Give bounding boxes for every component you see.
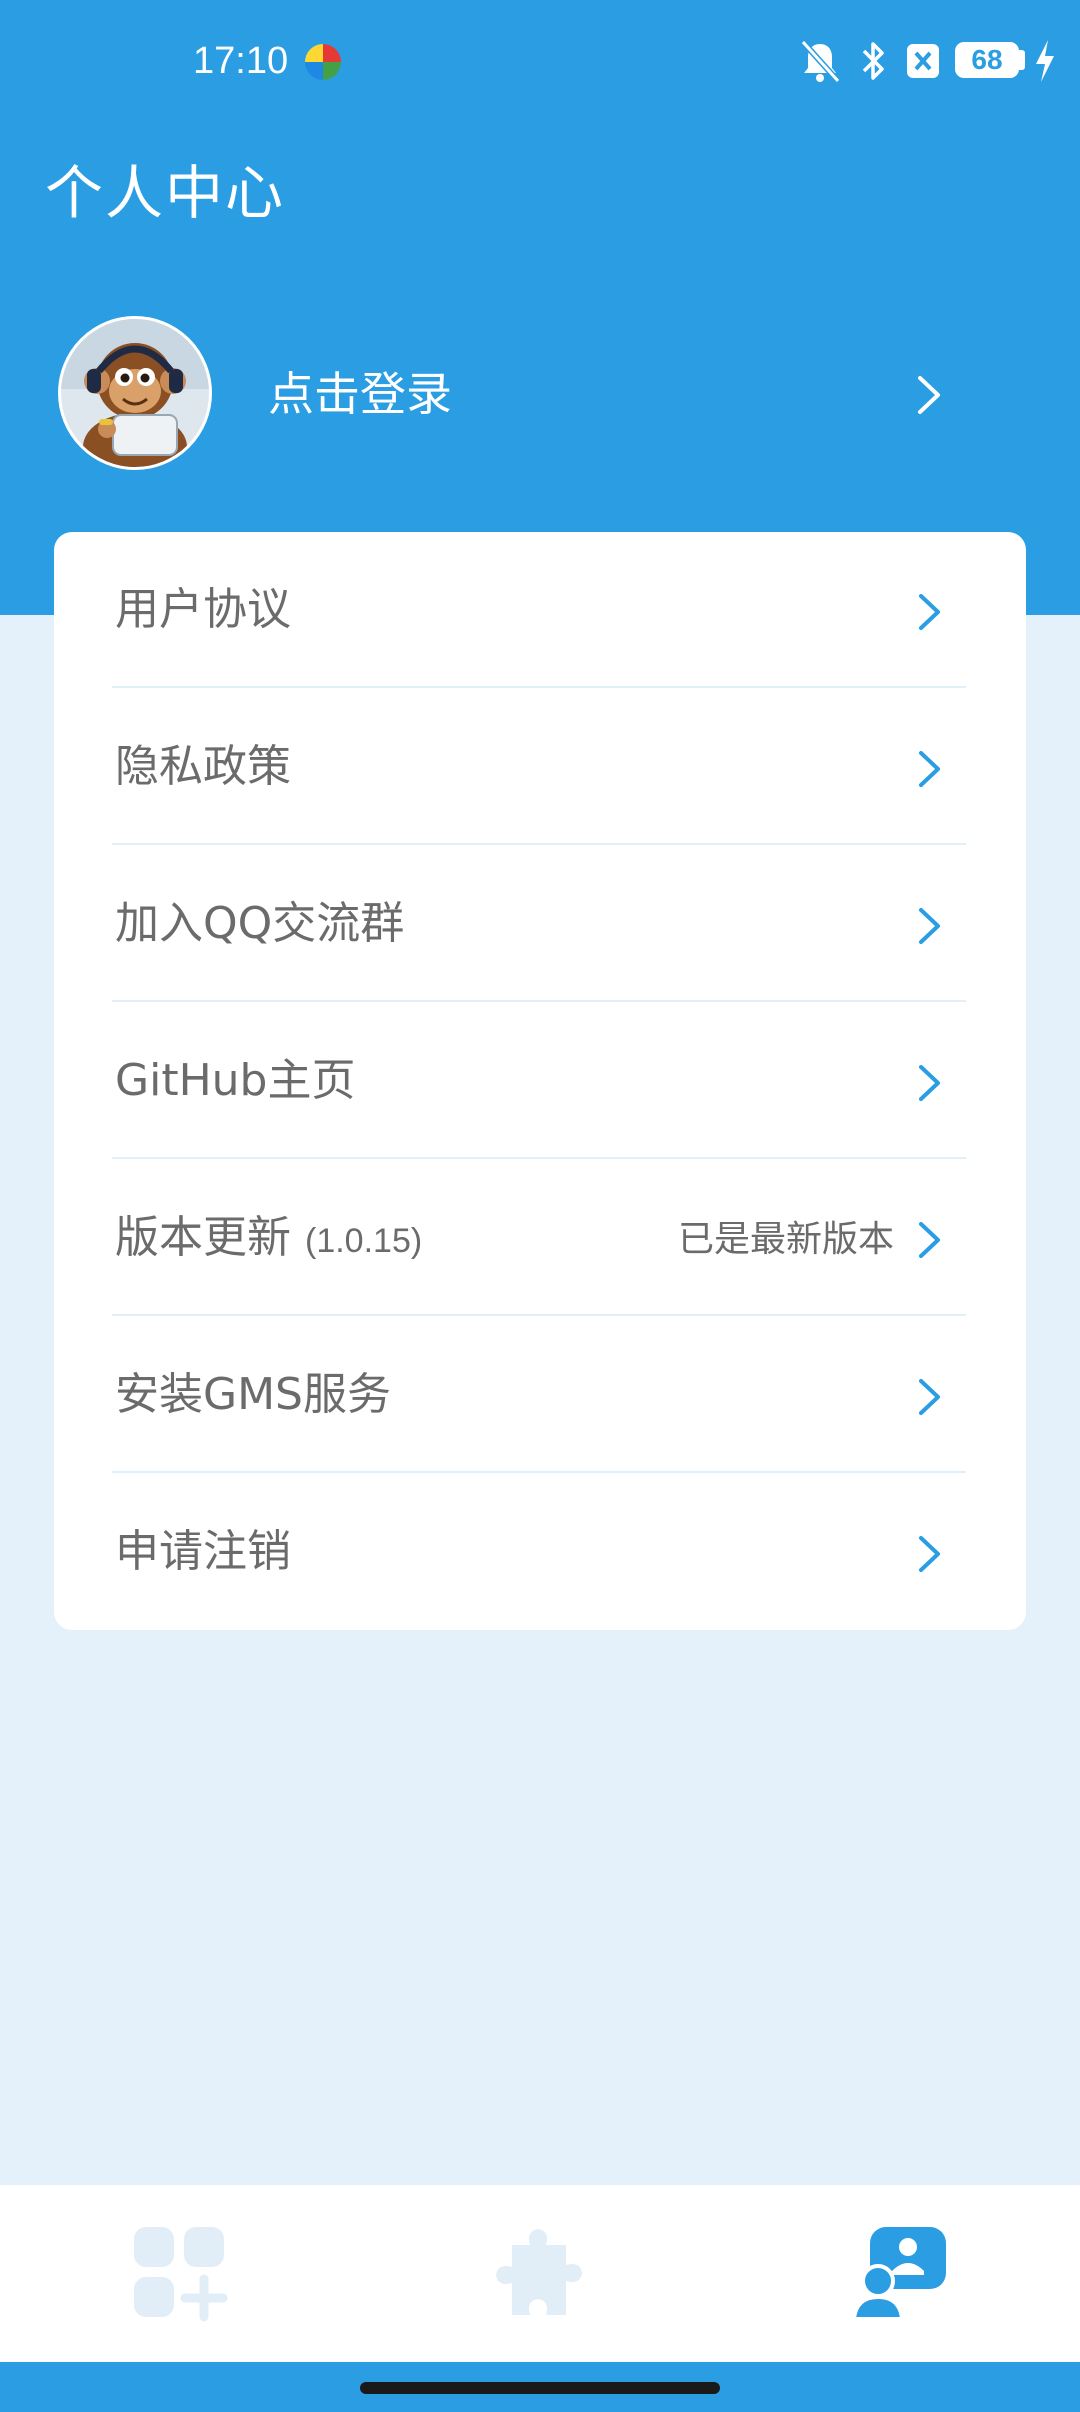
battery-icon: 68 xyxy=(955,42,1019,78)
bottom-navigation xyxy=(0,2185,1080,2362)
puzzle-icon xyxy=(496,2229,582,2315)
menu-item-label: GitHub主页 xyxy=(115,1055,356,1106)
menu-item-github-home[interactable]: GitHub主页 xyxy=(54,1003,1026,1159)
chevron-right-icon xyxy=(919,1222,940,1258)
version-number: (1.0.15) xyxy=(305,1222,423,1260)
tab-apps[interactable] xyxy=(0,2185,360,2362)
menu-item-user-agreement[interactable]: 用户协议 xyxy=(54,532,1026,688)
status-time: 17:10 xyxy=(193,40,289,82)
profile-icon xyxy=(851,2227,946,2321)
menu-item-label: 用户协议 xyxy=(115,584,291,635)
chevron-right-icon xyxy=(919,1065,940,1101)
menu-item-delete-account[interactable]: 申请注销 xyxy=(54,1474,1026,1630)
bluetooth-icon xyxy=(862,42,884,80)
battery-tip xyxy=(1019,50,1025,70)
chevron-right-icon xyxy=(919,1379,940,1415)
divider xyxy=(112,1471,966,1473)
bell-off-icon xyxy=(800,39,841,84)
version-update-label: 版本更新 xyxy=(115,1212,291,1263)
divider xyxy=(112,1157,966,1159)
monkey-avatar-icon xyxy=(61,319,209,467)
menu-item-privacy-policy[interactable]: 隐私政策 xyxy=(54,689,1026,845)
tab-profile[interactable] xyxy=(720,2185,1080,2362)
gesture-area xyxy=(0,2362,1080,2412)
avatar[interactable] xyxy=(58,316,212,470)
menu-item-version-update[interactable]: 版本更新 (1.0.15) 已是最新版本 xyxy=(54,1160,1026,1316)
menu-item-label: 隐私政策 xyxy=(115,741,291,792)
update-status: 已是最新版本 xyxy=(677,1219,894,1260)
chevron-right-icon xyxy=(919,594,940,630)
sim-off-icon xyxy=(907,44,939,78)
app-notification-icon xyxy=(305,44,341,80)
menu-item-join-qq-group[interactable]: 加入QQ交流群 xyxy=(54,846,1026,1002)
menu-item-label: 申请注销 xyxy=(115,1526,291,1577)
settings-menu-card: 用户协议 隐私政策 加入QQ交流群 GitHub主页 版本更新 (1.0.15) … xyxy=(54,532,1026,1630)
status-bar: 17:10 68 xyxy=(0,0,1080,124)
page-title: 个人中心 xyxy=(45,159,286,227)
login-row[interactable]: 点击登录 xyxy=(0,316,1080,474)
chevron-right-icon xyxy=(919,908,940,944)
chevron-right-icon xyxy=(918,376,940,414)
menu-item-label: 安装GMS服务 xyxy=(115,1369,391,1420)
login-label: 点击登录 xyxy=(268,367,452,421)
menu-item-install-gms[interactable]: 安装GMS服务 xyxy=(54,1317,1026,1473)
home-gesture-bar[interactable] xyxy=(360,2382,720,2394)
chevron-right-icon xyxy=(919,1536,940,1572)
menu-item-label: 加入QQ交流群 xyxy=(115,898,405,949)
chevron-right-icon xyxy=(919,751,940,787)
divider xyxy=(112,1314,966,1316)
menu-item-label: 版本更新 (1.0.15) xyxy=(115,1208,422,1271)
apps-add-icon xyxy=(134,2227,228,2322)
divider xyxy=(112,686,966,688)
divider xyxy=(112,1000,966,1002)
divider xyxy=(112,843,966,845)
charging-bolt-icon xyxy=(1036,40,1054,82)
tab-plugins[interactable] xyxy=(360,2185,720,2362)
